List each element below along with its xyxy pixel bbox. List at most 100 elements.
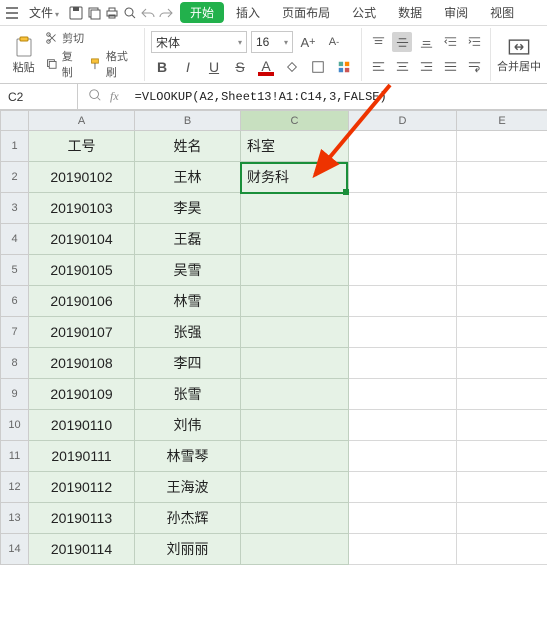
menu-icon[interactable] [4,5,20,21]
formula-bar[interactable]: =VLOOKUP(A2,Sheet13!A1:C14,3,FALSE) [129,90,547,104]
cell[interactable] [349,503,457,534]
cell[interactable] [457,472,547,503]
cell[interactable] [241,472,349,503]
row-header[interactable]: 12 [1,472,29,503]
cell[interactable] [349,255,457,286]
cell[interactable] [457,348,547,379]
cell[interactable] [241,317,349,348]
tab-data[interactable]: 数据 [388,2,432,23]
cell[interactable] [457,441,547,472]
cell[interactable]: 王林 [135,162,241,193]
cell[interactable]: 张强 [135,317,241,348]
cell[interactable]: 刘丽丽 [135,534,241,565]
bold-button[interactable]: B [151,56,173,78]
cell[interactable] [457,131,547,162]
row-header[interactable]: 4 [1,224,29,255]
cell[interactable] [241,286,349,317]
cell[interactable] [241,441,349,472]
cell[interactable] [241,193,349,224]
font-name-select[interactable]: 宋体 [151,31,247,53]
print-icon[interactable] [104,5,120,21]
align-top-icon[interactable] [368,32,388,52]
tab-view[interactable]: 视图 [480,2,524,23]
row-header[interactable]: 7 [1,317,29,348]
save-icon[interactable] [68,5,84,21]
row-header[interactable]: 11 [1,441,29,472]
tab-layout[interactable]: 页面布局 [272,2,340,23]
cell[interactable] [349,286,457,317]
cell[interactable] [457,193,547,224]
col-header-e[interactable]: E [457,111,547,131]
cell[interactable]: 林雪琴 [135,441,241,472]
cell[interactable]: 李四 [135,348,241,379]
cell[interactable] [241,379,349,410]
fx-icon[interactable]: fx [110,89,119,104]
strike-button[interactable]: S [229,56,251,78]
cell[interactable] [241,410,349,441]
cell-reference-box[interactable]: C2 [0,84,78,109]
cell[interactable]: 20190112 [29,472,135,503]
cell[interactable]: 20190111 [29,441,135,472]
spreadsheet-grid[interactable]: A B C D E 1工号姓名科室220190102王林财务科320190103… [0,110,547,565]
cell[interactable] [241,348,349,379]
cell[interactable] [457,317,547,348]
cell[interactable] [241,534,349,565]
cell[interactable]: 20190106 [29,286,135,317]
row-header[interactable]: 13 [1,503,29,534]
row-header[interactable]: 10 [1,410,29,441]
cell[interactable]: 20190103 [29,193,135,224]
cut-button[interactable]: 剪切 [45,30,138,46]
row-header[interactable]: 6 [1,286,29,317]
cell[interactable] [349,379,457,410]
cell[interactable]: 吴雪 [135,255,241,286]
font-size-select[interactable]: 16 [251,31,293,53]
col-header-a[interactable]: A [29,111,135,131]
cell[interactable]: 张雪 [135,379,241,410]
cell[interactable] [457,410,547,441]
cell[interactable] [349,410,457,441]
row-header[interactable]: 5 [1,255,29,286]
paste-button[interactable]: 粘贴 [6,29,41,81]
cell[interactable] [349,224,457,255]
cell[interactable]: 工号 [29,131,135,162]
row-header[interactable]: 1 [1,131,29,162]
preview-icon[interactable] [122,5,138,21]
cell[interactable] [349,193,457,224]
cell[interactable]: 李昊 [135,193,241,224]
redo-icon[interactable] [158,5,174,21]
align-center-icon[interactable] [392,57,412,77]
col-header-b[interactable]: B [135,111,241,131]
insert-function-icon[interactable] [88,88,102,105]
cell[interactable] [349,131,457,162]
cell[interactable]: 刘伟 [135,410,241,441]
cell[interactable]: 20190108 [29,348,135,379]
undo-icon[interactable] [140,5,156,21]
cell[interactable] [349,317,457,348]
cell[interactable]: 20190113 [29,503,135,534]
cell[interactable] [349,472,457,503]
file-menu[interactable]: 文件 [22,4,66,21]
tab-formula[interactable]: 公式 [342,2,386,23]
tab-home[interactable]: 开始 [180,2,224,23]
cell[interactable]: 20190102 [29,162,135,193]
indent-increase-icon[interactable] [464,32,484,52]
wrap-text-icon[interactable] [464,57,484,77]
cell[interactable] [349,348,457,379]
cell[interactable] [457,379,547,410]
italic-button[interactable]: I [177,56,199,78]
cell[interactable]: 财务科 [241,162,349,193]
cell[interactable]: 科室 [241,131,349,162]
cell[interactable] [457,162,547,193]
row-header[interactable]: 8 [1,348,29,379]
savecopy-icon[interactable] [86,5,102,21]
row-header[interactable]: 2 [1,162,29,193]
cell[interactable] [457,286,547,317]
increase-font-icon[interactable]: A+ [297,31,319,53]
border-button[interactable] [307,56,329,78]
align-right-icon[interactable] [416,57,436,77]
format-painter-button[interactable]: 格式刷 [89,48,138,80]
cell[interactable] [349,441,457,472]
cell[interactable]: 20190104 [29,224,135,255]
col-header-c[interactable]: C [241,111,349,131]
cell[interactable]: 20190110 [29,410,135,441]
